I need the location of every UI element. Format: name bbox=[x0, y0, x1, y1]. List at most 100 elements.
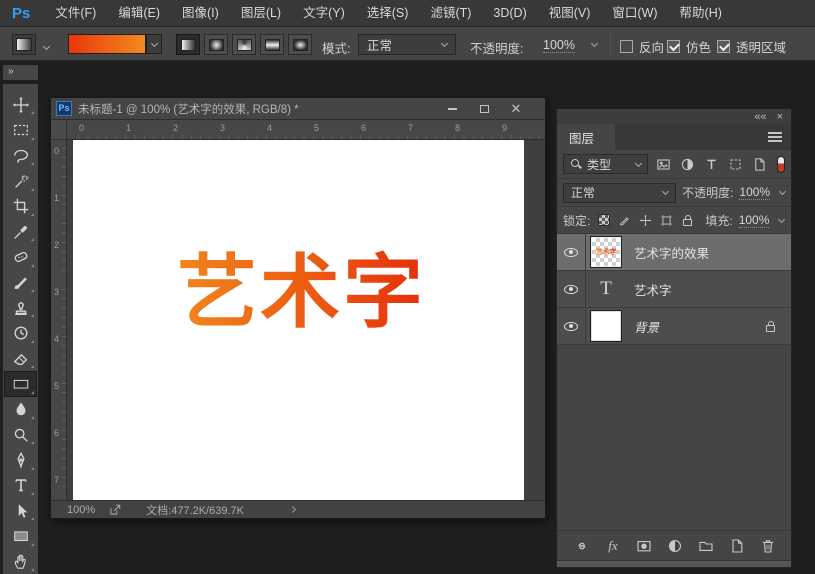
link-layers-icon[interactable] bbox=[573, 537, 591, 555]
marquee-tool[interactable] bbox=[4, 117, 37, 142]
crop-tool[interactable] bbox=[4, 194, 37, 219]
hand-tool[interactable] bbox=[4, 549, 37, 574]
move-tool[interactable] bbox=[4, 92, 37, 117]
lock-paint-icon[interactable] bbox=[617, 213, 632, 228]
diamond-gradient-button[interactable] bbox=[288, 34, 312, 55]
pen-tool[interactable] bbox=[4, 447, 37, 472]
layer-thumbnail[interactable]: T bbox=[586, 275, 626, 303]
blend-mode-select[interactable]: 正常 bbox=[358, 34, 456, 55]
smart-object-filter-icon[interactable] bbox=[751, 156, 768, 173]
layer-opacity-value[interactable]: 100% bbox=[739, 185, 770, 200]
horizontal-ruler[interactable]: 0123456789 bbox=[67, 120, 545, 140]
path-select-tool[interactable] bbox=[4, 498, 37, 523]
menu-item[interactable]: 滤镜(T) bbox=[419, 0, 482, 26]
menu-item[interactable]: 选择(S) bbox=[356, 0, 420, 26]
gradient-editor-swatch[interactable] bbox=[68, 34, 146, 54]
lasso-tool[interactable] bbox=[4, 143, 37, 168]
gradient-tool[interactable] bbox=[4, 371, 37, 396]
vertical-ruler[interactable]: 01234567 bbox=[51, 140, 67, 500]
menu-item[interactable]: 帮助(H) bbox=[669, 0, 733, 26]
new-layer-icon[interactable] bbox=[728, 537, 746, 555]
reflected-gradient-button[interactable] bbox=[260, 34, 284, 55]
wand-tool[interactable] bbox=[4, 168, 37, 193]
radial-gradient-button[interactable] bbox=[204, 34, 228, 55]
delete-layer-icon[interactable] bbox=[759, 537, 777, 555]
tab-layers[interactable]: 图层 bbox=[557, 124, 615, 150]
menu-item[interactable]: 视图(V) bbox=[538, 0, 602, 26]
layer-visibility-toggle[interactable] bbox=[557, 271, 586, 307]
menu-item[interactable]: 文字(Y) bbox=[292, 0, 356, 26]
tool-preset-picker[interactable] bbox=[12, 34, 36, 55]
panel-scroll-strip[interactable] bbox=[557, 560, 791, 567]
add-mask-icon[interactable] bbox=[635, 537, 653, 555]
dither-checkbox[interactable] bbox=[667, 40, 680, 53]
menu-item[interactable]: 3D(D) bbox=[482, 0, 537, 26]
transparency-checkbox[interactable] bbox=[717, 40, 730, 53]
lock-all-icon[interactable] bbox=[680, 213, 695, 228]
eraser-tool[interactable] bbox=[4, 346, 37, 371]
healing-tool[interactable] bbox=[4, 244, 37, 269]
lock-artboard-icon[interactable] bbox=[659, 213, 674, 228]
layer-row[interactable]: 背景 bbox=[557, 308, 791, 345]
maximize-button[interactable] bbox=[471, 98, 497, 119]
lock-move-icon[interactable] bbox=[638, 213, 653, 228]
stamp-tool[interactable] bbox=[4, 295, 37, 320]
menu-item[interactable]: 窗口(W) bbox=[601, 0, 668, 26]
fill-value[interactable]: 100% bbox=[739, 213, 770, 228]
layer-visibility-toggle[interactable] bbox=[557, 308, 586, 344]
layer-row[interactable]: T艺术字 bbox=[557, 271, 791, 308]
ruler-corner[interactable] bbox=[51, 120, 67, 140]
document-title-bar[interactable]: Ps 未标题-1 @ 100% (艺术字的效果, RGB/8) * ✕ bbox=[51, 98, 545, 120]
layer-visibility-toggle[interactable] bbox=[557, 234, 586, 270]
document-size-info[interactable]: 文档:477.2K/639.7K bbox=[146, 502, 244, 518]
angle-gradient-button[interactable] bbox=[232, 34, 256, 55]
blur-tool[interactable] bbox=[4, 397, 37, 422]
zoom-level[interactable]: 100% bbox=[67, 504, 95, 516]
minimize-button[interactable] bbox=[439, 98, 465, 119]
lock-transparency-icon[interactable] bbox=[596, 213, 611, 228]
filter-toggle-switch[interactable] bbox=[777, 156, 785, 173]
chevron-down-icon[interactable] bbox=[43, 43, 50, 50]
opacity-value[interactable]: 100% bbox=[543, 38, 575, 53]
eyedropper-tool[interactable] bbox=[4, 219, 37, 244]
image-filter-icon[interactable] bbox=[655, 156, 672, 173]
layer-name[interactable]: 艺术字 bbox=[626, 280, 791, 299]
layer-thumbnail[interactable]: 艺术字 bbox=[586, 238, 626, 266]
layer-row[interactable]: 艺术字艺术字的效果 bbox=[557, 234, 791, 271]
menu-item[interactable]: 文件(F) bbox=[44, 0, 107, 26]
panel-menu-icon[interactable] bbox=[768, 132, 782, 134]
export-icon[interactable] bbox=[109, 503, 122, 516]
reverse-checkbox[interactable] bbox=[620, 40, 633, 53]
toolbar-collapse-button[interactable]: » bbox=[3, 65, 38, 80]
canvas[interactable]: 艺术字 bbox=[73, 140, 524, 500]
add-adjustment-icon[interactable] bbox=[666, 537, 684, 555]
chevron-down-icon[interactable] bbox=[591, 40, 598, 47]
layer-thumbnail[interactable] bbox=[586, 312, 626, 340]
filter-type-select[interactable]: 类型 bbox=[563, 154, 648, 174]
menu-item[interactable]: 编辑(E) bbox=[107, 0, 171, 26]
thumbnail-art-text: 艺术字 bbox=[596, 247, 617, 257]
layer-name[interactable]: 艺术字的效果 bbox=[626, 243, 791, 262]
layer-name[interactable]: 背景 bbox=[626, 317, 766, 336]
dodge-tool[interactable] bbox=[4, 422, 37, 447]
brush-tool[interactable] bbox=[4, 270, 37, 295]
new-group-icon[interactable] bbox=[697, 537, 715, 555]
menu-item[interactable]: 图像(I) bbox=[171, 0, 230, 26]
close-panel-icon[interactable]: × bbox=[777, 111, 783, 123]
status-chevron-icon[interactable] bbox=[289, 506, 296, 513]
adjustment-filter-icon[interactable] bbox=[679, 156, 696, 173]
collapse-panel-icon[interactable]: «« bbox=[754, 111, 766, 123]
layer-style-fx-icon[interactable]: fx bbox=[604, 537, 622, 555]
layer-blend-mode-select[interactable]: 正常 bbox=[563, 183, 676, 203]
chevron-down-icon[interactable] bbox=[778, 215, 785, 222]
gradient-picker-button[interactable] bbox=[146, 34, 162, 54]
linear-gradient-button[interactable] bbox=[176, 34, 200, 55]
rectangle-tool[interactable] bbox=[4, 523, 37, 548]
history-brush-tool[interactable] bbox=[4, 320, 37, 345]
type-tool[interactable] bbox=[4, 473, 37, 498]
shape-filter-icon[interactable] bbox=[727, 156, 744, 173]
chevron-down-icon[interactable] bbox=[779, 188, 786, 195]
type-filter-icon[interactable] bbox=[703, 156, 720, 173]
menu-item[interactable]: 图层(L) bbox=[230, 0, 292, 26]
close-button[interactable]: ✕ bbox=[503, 98, 529, 119]
